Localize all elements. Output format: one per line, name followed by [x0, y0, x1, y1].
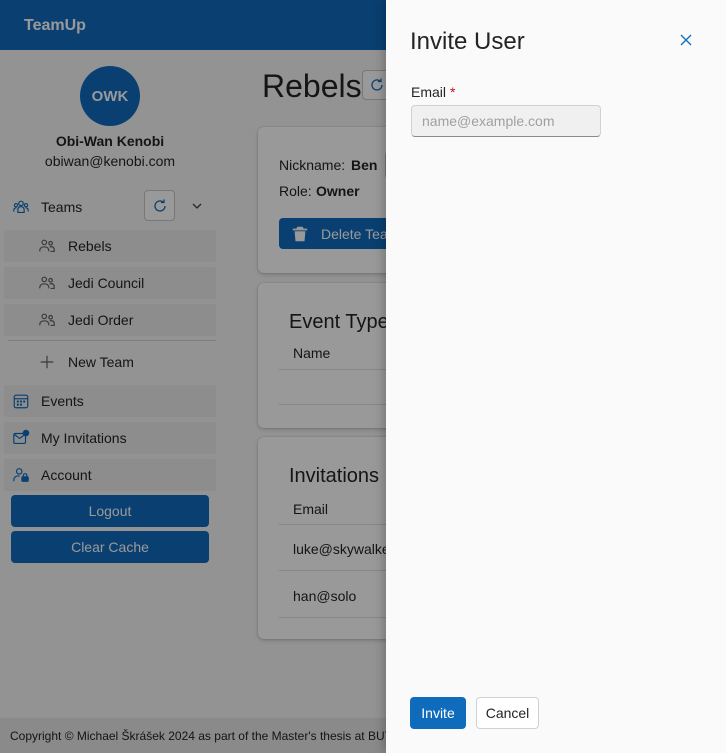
close-button[interactable] — [676, 30, 696, 50]
email-label-text: Email — [411, 84, 447, 100]
email-field[interactable] — [411, 105, 601, 137]
drawer-title: Invite User — [410, 28, 525, 55]
invite-button[interactable]: Invite — [410, 697, 466, 729]
required-mark: * — [450, 84, 456, 100]
close-icon — [680, 34, 692, 46]
email-label: Email * — [411, 84, 455, 100]
cancel-button[interactable]: Cancel — [476, 697, 539, 729]
invite-user-drawer: Invite User Email* Invite Cancel — [386, 0, 726, 753]
